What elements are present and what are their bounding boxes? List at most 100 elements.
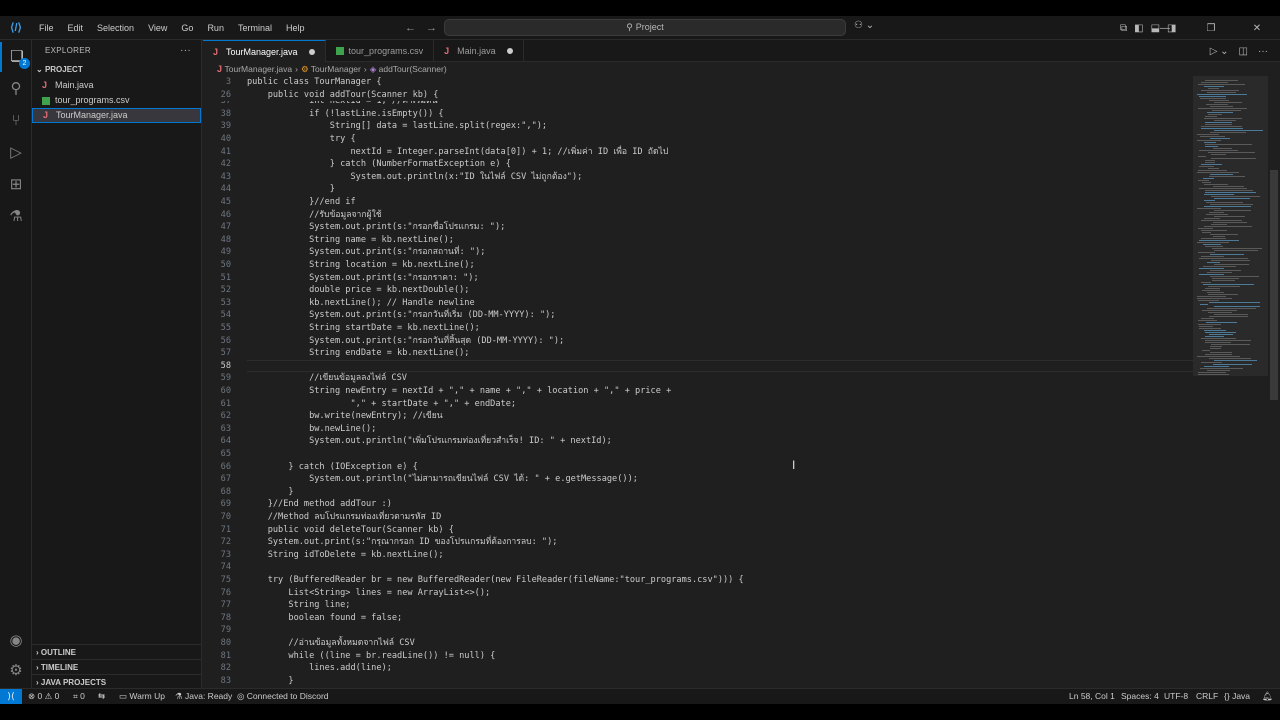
code-line[interactable]: 45 }//end if (203, 196, 356, 209)
code-line[interactable]: 50 String location = kb.nextLine(); (203, 259, 475, 272)
minimap[interactable] (1193, 76, 1268, 688)
warm-up-status[interactable]: ▭ Warm Up (119, 689, 165, 704)
code-line[interactable]: 76 List<String> lines = new ArrayList<>(… (203, 587, 491, 600)
code-line[interactable]: 61 "," + startDate + "," + endDate; (203, 398, 516, 411)
sticky-scroll-line[interactable]: 3 public class TourManager { (203, 76, 1193, 89)
source-control-icon[interactable]: ⑂ (0, 106, 32, 136)
code-line[interactable]: 40 try { (203, 133, 356, 146)
menu-file[interactable]: File (32, 16, 61, 40)
java-status[interactable]: ⚗ Java: Ready (175, 689, 232, 704)
more-actions-icon[interactable]: ··· (1258, 46, 1268, 57)
code-line[interactable]: 68 } (203, 486, 294, 499)
menu-terminal[interactable]: Terminal (231, 16, 279, 40)
code-line[interactable]: 80 //อ่านข้อมูลทั้งหมดจากไฟล์ CSV (203, 637, 415, 650)
code-line[interactable]: 70 //Method ลบโปรแกรมท่องเที่ยวตามรหัส I… (203, 511, 442, 524)
code-line[interactable]: 81 while ((line = br.readLine()) != null… (203, 650, 496, 663)
code-line[interactable]: 62 bw.write(newEntry); //เขียน (203, 410, 443, 423)
menu-go[interactable]: Go (174, 16, 200, 40)
indentation[interactable]: Spaces: 4 (1121, 689, 1159, 704)
line-ending[interactable]: CRLF (1196, 689, 1218, 704)
code-line[interactable]: 83 } (203, 675, 294, 688)
run-debug-icon[interactable]: ▷ (0, 138, 32, 168)
code-line[interactable]: 59 //เขียนข้อมูลลงไฟล์ CSV (203, 372, 407, 385)
code-line[interactable]: 43 System.out.println(x:"ID ในไฟล์ CSV ไ… (203, 171, 583, 184)
code-line[interactable]: 78 boolean found = false; (203, 612, 403, 625)
menu-edit[interactable]: Edit (61, 16, 91, 40)
code-line[interactable]: 71 public void deleteTour(Scanner kb) { (203, 524, 454, 537)
breadcrumb-class[interactable]: TourManager (311, 64, 361, 74)
file-main-java[interactable]: J Main.java (32, 78, 201, 93)
more-actions-icon[interactable]: ··· (180, 40, 191, 62)
code-line[interactable]: 58 (203, 360, 247, 373)
account-icon[interactable]: ◉ (0, 626, 32, 656)
code-line[interactable]: 44 } (203, 183, 335, 196)
code-line[interactable]: 48 String name = kb.nextLine(); (203, 234, 454, 247)
unsaved-dot-icon[interactable] (506, 48, 513, 54)
code-line[interactable]: 57 String endDate = kb.nextLine(); (203, 347, 470, 360)
tab-tour-programs-csv[interactable]: tour_programs.csv (326, 40, 435, 62)
menu-selection[interactable]: Selection (90, 16, 141, 40)
code-line[interactable]: 66 } catch (IOException e) { (203, 461, 418, 474)
tab-tourmanager-java[interactable]: J TourManager.java (203, 40, 326, 62)
code-line[interactable]: 74 (203, 561, 247, 574)
sticky-scroll-line[interactable]: 26 public void addTour(Scanner kb) { (203, 88, 1193, 102)
project-folder[interactable]: ⌄ PROJECT (32, 62, 201, 78)
back-arrow-icon[interactable]: ← (405, 22, 416, 34)
code-line[interactable]: 54 System.out.print(s:"กรอกวันที่เริ่ม (… (203, 309, 556, 322)
discord-status[interactable]: ◎ Connected to Discord (237, 689, 329, 704)
testing-icon[interactable]: ⚗ (0, 202, 32, 232)
code-line[interactable]: 47 System.out.print(s:"กรอกชื่อโปรแกรม: … (203, 221, 506, 234)
unsaved-dot-icon[interactable] (308, 48, 315, 55)
menu-run[interactable]: Run (200, 16, 231, 40)
file-tour-programs-csv[interactable]: tour_programs.csv (32, 93, 201, 108)
extensions-icon[interactable]: ⊞ (0, 170, 32, 200)
cursor-position[interactable]: Ln 58, Col 1 (1069, 689, 1115, 704)
code-line[interactable]: 65 (203, 448, 247, 461)
code-line[interactable]: 82 lines.add(line); (203, 662, 392, 675)
code-editor[interactable]: 3 public class TourManager {26 public voi… (203, 76, 1193, 688)
vertical-scrollbar[interactable] (1270, 170, 1278, 400)
tab-main-java[interactable]: J Main.java (434, 40, 524, 62)
notifications-bell-icon[interactable]: 🔔︎ (1262, 689, 1273, 704)
code-line[interactable]: 46 //รับข้อมูลจากผู้ใช้ (203, 209, 382, 222)
code-line[interactable]: 63 bw.newLine(); (203, 423, 377, 436)
remote-indicator-icon[interactable]: ⟩⟨ (0, 689, 22, 704)
forward-arrow-icon[interactable]: → (426, 22, 437, 34)
code-line[interactable]: 75 try (BufferedReader br = new Buffered… (203, 574, 744, 587)
code-line[interactable]: 52 double price = kb.nextDouble(); (203, 284, 470, 297)
breadcrumb-file[interactable]: TourManager.java (225, 64, 293, 74)
code-line[interactable]: 72 System.out.print(s:"กรุณากรอก ID ของโ… (203, 536, 558, 549)
command-center-search[interactable]: ⚲ Project (444, 19, 846, 36)
minimize-icon[interactable]: — (1142, 23, 1188, 34)
code-line[interactable]: 42 } catch (NumberFormatException e) { (203, 158, 511, 171)
file-tourmanager-java[interactable]: J TourManager.java (32, 108, 201, 123)
settings-gear-icon[interactable]: ⚙ (0, 656, 32, 686)
code-line[interactable]: 49 System.out.print(s:"กรอกสถานที่: "); (203, 246, 486, 259)
explorer-icon[interactable]: ❏ 2 (0, 42, 32, 72)
code-line[interactable]: 51 System.out.print(s:"กรอกราคา: "); (203, 272, 479, 285)
copilot-icon[interactable]: ⚇ ⌄ (854, 20, 874, 31)
code-line[interactable]: 56 System.out.print(s:"กรอกวันที่สิ้นสุด… (203, 335, 565, 348)
encoding[interactable]: UTF-8 (1164, 689, 1188, 704)
menu-help[interactable]: Help (279, 16, 312, 40)
code-line[interactable]: 38 if (!lastLine.isEmpty()) { (203, 108, 444, 121)
run-icon[interactable]: ▷ ⌄ (1210, 46, 1229, 57)
restore-icon[interactable]: ❐ (1188, 23, 1234, 34)
code-line[interactable]: 77 String line; (203, 599, 351, 612)
language-mode[interactable]: {} Java (1224, 689, 1250, 704)
code-line[interactable]: 79 (203, 624, 247, 637)
code-line[interactable]: 39 String[] data = lastLine.split(regex:… (203, 120, 547, 133)
ports-indicator[interactable]: ⌗ 0 (73, 689, 85, 704)
code-line[interactable]: 64 System.out.println("เพิ่มโปรแกรมท่องเ… (203, 435, 612, 448)
customize-layout-icon[interactable]: ⧉ (1120, 23, 1127, 34)
breadcrumb-method[interactable]: addTour(Scanner) (379, 64, 447, 74)
problems-indicator[interactable]: ⊗ 0 ⚠ 0 (28, 689, 59, 704)
split-editor-icon[interactable]: ◫ (1239, 46, 1248, 57)
code-line[interactable]: 55 String startDate = kb.nextLine(); (203, 322, 480, 335)
code-line[interactable]: 41 nextId = Integer.parseInt(data[0]) + … (203, 146, 669, 159)
search-view-icon[interactable]: ⚲ (0, 74, 32, 104)
code-line[interactable]: 73 String idToDelete = kb.nextLine(); (203, 549, 444, 562)
code-line[interactable]: 60 String newEntry = nextId + "," + name… (203, 385, 672, 398)
close-icon[interactable]: ✕ (1234, 23, 1280, 34)
code-line[interactable]: 69 }//End method addTour :) (203, 498, 392, 511)
